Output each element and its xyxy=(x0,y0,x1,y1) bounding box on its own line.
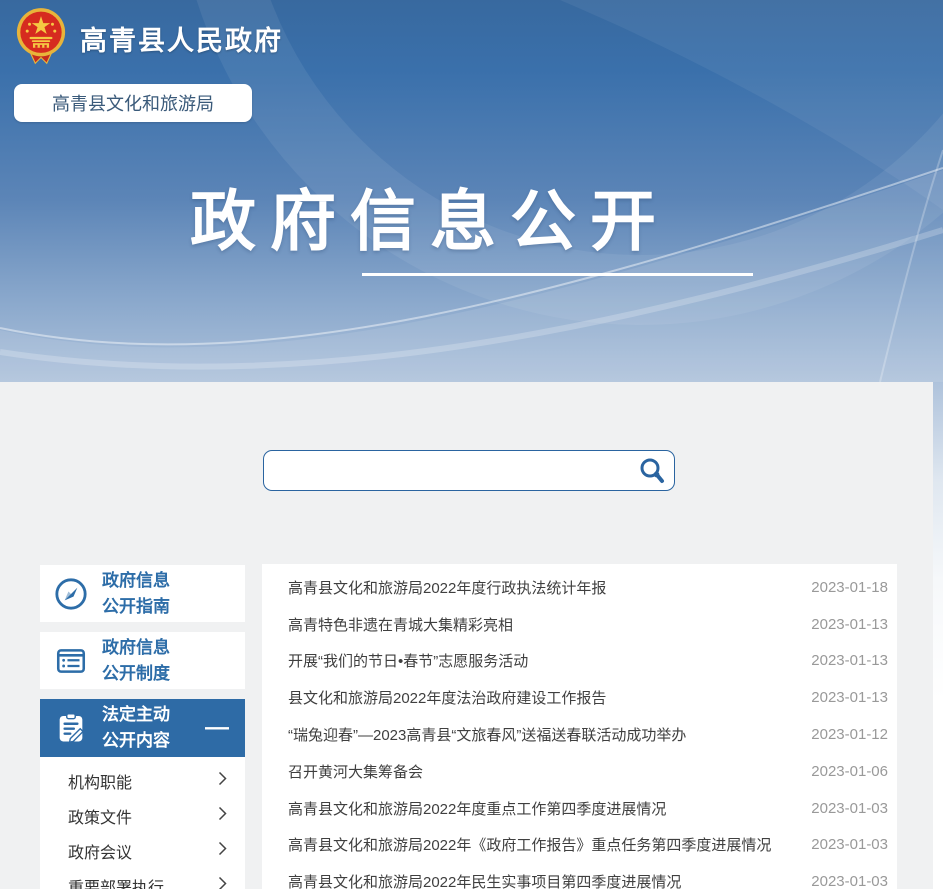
article-row[interactable]: 高青县文化和旅游局2022年度行政执法统计年报 2023-01-18 xyxy=(262,569,897,606)
search-button[interactable] xyxy=(630,451,674,490)
chevron-right-icon xyxy=(218,841,227,861)
article-row[interactable]: 高青县文化和旅游局2022年度重点工作第四季度进展情况 2023-01-03 xyxy=(262,790,897,827)
national-emblem-logo xyxy=(12,7,70,69)
ledger-icon xyxy=(40,644,102,678)
article-row[interactable]: 召开黄河大集筹备会 2023-01-06 xyxy=(262,753,897,790)
article-title[interactable]: 县文化和旅游局2022年度法治政府建设工作报告 xyxy=(288,687,606,708)
article-date: 2023-01-18 xyxy=(811,579,888,596)
search-icon xyxy=(637,456,667,486)
search-input[interactable] xyxy=(264,451,630,490)
sidebar-item-disclosure-system[interactable]: 政府信息 公开制度 xyxy=(40,632,245,689)
collapse-minus-icon[interactable]: — xyxy=(205,723,229,733)
article-date: 2023-01-13 xyxy=(811,616,888,633)
article-row[interactable]: 开展“我们的节日•春节”志愿服务活动 2023-01-13 xyxy=(262,643,897,680)
submenu-item[interactable]: 政策文件 xyxy=(40,798,245,833)
banner: 高青县人民政府 高青县文化和旅游局 政府信息公开 xyxy=(0,0,943,382)
sidebar-item-label: 政府信息 公开制度 xyxy=(102,635,170,687)
search-box xyxy=(263,450,675,491)
chevron-right-icon xyxy=(218,876,227,889)
sidebar-submenu: 机构职能 政策文件 政府会议 重要部署执行 xyxy=(40,757,245,889)
submenu-item[interactable]: 重要部署执行 xyxy=(40,868,245,889)
submenu-item-label: 重要部署执行 xyxy=(68,874,164,889)
article-title[interactable]: 高青县文化和旅游局2022年度重点工作第四季度进展情况 xyxy=(288,798,666,819)
submenu-item-label: 政府会议 xyxy=(68,839,132,863)
article-date: 2023-01-13 xyxy=(811,689,888,706)
article-title[interactable]: 高青县文化和旅游局2022年《政府工作报告》重点任务第四季度进展情况 xyxy=(288,834,771,855)
submenu-item[interactable]: 机构职能 xyxy=(40,763,245,798)
article-title[interactable]: 开展“我们的节日•春节”志愿服务活动 xyxy=(288,650,528,671)
article-date: 2023-01-03 xyxy=(811,873,888,889)
article-title[interactable]: 高青特色非遗在青城大集精彩亮相 xyxy=(288,614,513,635)
title-underline xyxy=(362,273,753,276)
article-row[interactable]: 高青特色非遗在青城大集精彩亮相 2023-01-13 xyxy=(262,606,897,643)
clipboard-pencil-icon xyxy=(40,711,102,745)
site-title: 高青县人民政府 xyxy=(80,19,283,58)
compass-icon xyxy=(40,577,102,611)
submenu-item[interactable]: 政府会议 xyxy=(40,833,245,868)
page-title: 政府信息公开 xyxy=(0,168,860,264)
submenu-item-label: 政策文件 xyxy=(68,804,132,828)
article-list: 高青县文化和旅游局2022年度行政执法统计年报 2023-01-18 高青特色非… xyxy=(262,564,897,889)
sidebar-item-disclosure-guide[interactable]: 政府信息 公开指南 xyxy=(40,565,245,622)
article-date: 2023-01-13 xyxy=(811,652,888,669)
article-date: 2023-01-03 xyxy=(811,800,888,817)
article-row[interactable]: 高青县文化和旅游局2022年《政府工作报告》重点任务第四季度进展情况 2023-… xyxy=(262,827,897,864)
submenu-item-label: 机构职能 xyxy=(68,769,132,793)
page: { "site": { "name": "高青县人民政府", "dept_but… xyxy=(0,0,943,889)
article-title[interactable]: 高青县文化和旅游局2022年民生实事项目第四季度进展情况 xyxy=(288,871,681,889)
chevron-right-icon xyxy=(218,806,227,826)
site-header: 高青县人民政府 xyxy=(12,7,283,69)
article-title[interactable]: 召开黄河大集筹备会 xyxy=(288,761,423,782)
article-title[interactable]: 高青县文化和旅游局2022年度行政执法统计年报 xyxy=(288,577,606,598)
article-date: 2023-01-03 xyxy=(811,836,888,853)
sidebar-item-label: 法定主动 公开内容 xyxy=(102,702,170,754)
sidebar-item-label: 政府信息 公开指南 xyxy=(102,568,170,620)
article-date: 2023-01-12 xyxy=(811,726,888,743)
article-title[interactable]: “瑞兔迎春”—2023高青县“文旅春风”送福送春联活动成功举办 xyxy=(288,724,686,745)
sidebar: 政府信息 公开指南 政府信息 公开制度 xyxy=(40,565,245,889)
chevron-right-icon xyxy=(218,771,227,791)
sidebar-item-statutory-disclosure[interactable]: 法定主动 公开内容 — xyxy=(40,699,245,757)
article-row[interactable]: 县文化和旅游局2022年度法治政府建设工作报告 2023-01-13 xyxy=(262,679,897,716)
article-date: 2023-01-06 xyxy=(811,763,888,780)
article-row[interactable]: 高青县文化和旅游局2022年民生实事项目第四季度进展情况 2023-01-03 xyxy=(262,863,897,889)
article-row[interactable]: “瑞兔迎春”—2023高青县“文旅春风”送福送春联活动成功举办 2023-01-… xyxy=(262,716,897,753)
department-tab-button[interactable]: 高青县文化和旅游局 xyxy=(14,84,252,122)
